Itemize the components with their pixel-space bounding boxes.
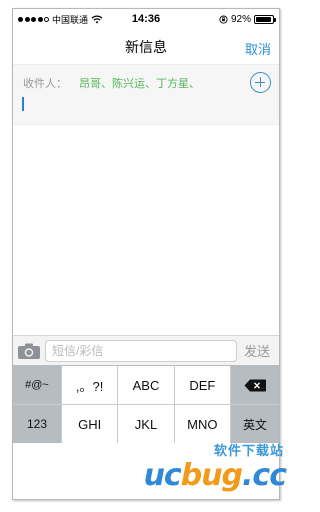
compose-bar: 发送 [13,335,279,365]
nav-bar: 新信息 取消 [13,29,279,65]
key-mno[interactable]: MNO [174,405,230,443]
wifi-icon [91,15,103,23]
key-abc[interactable]: ABC [118,366,174,404]
signal-dot [37,16,43,22]
page-title: 新信息 [125,38,167,55]
key-punctuation[interactable]: ,。?! [62,366,118,404]
key-jkl[interactable]: JKL [118,405,174,443]
add-contact-icon[interactable] [250,72,271,93]
watermark-text: 软件下载站 [213,443,284,458]
battery-icon [254,14,276,24]
key-english[interactable]: 英文 [230,405,279,443]
phone-screen: 中国联通 14:36 92% 新信息 取消 收件人： 昂哥、陈兴运、丁方星、 短… [12,8,280,500]
text-caret [22,97,24,111]
key-ghi[interactable]: GHI [62,405,118,443]
conversation-area [13,125,279,335]
signal-strength [18,16,49,22]
battery-fill [256,16,271,22]
recipient-label: 收件人： [23,78,67,90]
camera-icon[interactable] [17,342,41,360]
key-delete[interactable] [230,366,279,404]
signal-dot [44,16,49,22]
signal-dot [24,16,30,22]
signal-dot [31,16,36,22]
message-input[interactable] [45,339,237,362]
cancel-button[interactable]: 取消 [245,39,271,58]
watermark-logo: 软件下载站 ucbug.cc [98,440,288,500]
carrier-name: 中国联通 [52,14,89,25]
watermark-brand: ucbug.cc [143,458,287,493]
battery-percent: 92% [230,13,251,25]
key-def[interactable]: DEF [174,366,230,404]
orientation-lock-icon [219,14,228,24]
recipient-field[interactable]: 收件人： 昂哥、陈兴运、丁方星、 [13,65,279,125]
delete-icon [244,379,266,391]
recipient-names[interactable]: 昂哥、陈兴运、丁方星、 [79,75,200,91]
keyboard: #@~ ,。?! ABC DEF 123 GHI JKL MNO 英文 [13,365,279,443]
send-button[interactable]: 发送 [239,341,275,360]
status-bar: 中国联通 14:36 92% [13,9,279,29]
key-numbers[interactable]: 123 [13,405,61,443]
key-symbols[interactable]: #@~ [13,366,61,404]
signal-dot [18,16,23,22]
